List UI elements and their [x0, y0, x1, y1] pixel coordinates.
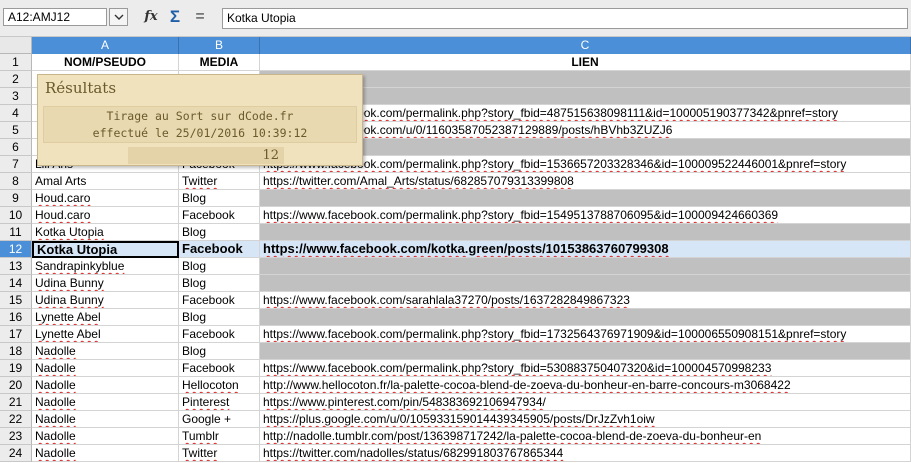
cell-c-20[interactable]: http://www.hellocoton.fr/la-palette-coco… [260, 377, 911, 394]
cell-a-21[interactable]: Nadolle [32, 394, 179, 411]
row-header-20[interactable]: 20 [0, 377, 32, 394]
row-header-21[interactable]: 21 [0, 394, 32, 411]
row-header-22[interactable]: 22 [0, 411, 32, 428]
cell-c-13[interactable] [260, 258, 911, 275]
name-box[interactable]: A12:AMJ12 [3, 8, 107, 26]
formula-bar: A12:AMJ12 fx Σ = Kotka Utopia [0, 0, 911, 37]
header-cell-a[interactable]: NOM/PSEUDO [32, 54, 179, 71]
cell-b-11[interactable]: Blog [179, 224, 260, 241]
popup-body: Tirage au Sort sur dCode.fr effectué le … [43, 106, 357, 143]
row-header-8[interactable]: 8 [0, 173, 32, 190]
cell-a-12[interactable]: Kotka Utopia [32, 241, 179, 258]
name-box-dropdown[interactable] [109, 8, 128, 26]
popup-result-value: 12 [128, 147, 284, 164]
cell-c-10[interactable]: https://www.facebook.com/permalink.php?s… [260, 207, 911, 224]
cell-b-17[interactable]: Facebook [179, 326, 260, 343]
cell-c-9[interactable] [260, 190, 911, 207]
row-header-19[interactable]: 19 [0, 360, 32, 377]
row-header-7[interactable]: 7 [0, 156, 32, 173]
row-header-14[interactable]: 14 [0, 275, 32, 292]
header-cell-b[interactable]: MEDIA [179, 54, 260, 71]
cell-a-18[interactable]: Nadolle [32, 343, 179, 360]
column-header-b[interactable]: B [179, 37, 260, 54]
select-all-corner[interactable] [0, 37, 32, 54]
row-header-23[interactable]: 23 [0, 428, 32, 445]
cell-b-9[interactable]: Blog [179, 190, 260, 207]
cell-c-16[interactable] [260, 309, 911, 326]
cell-a-8[interactable]: Amal Arts [32, 173, 179, 190]
cell-a-24[interactable]: Nadolle [32, 445, 179, 462]
row-header-16[interactable]: 16 [0, 309, 32, 326]
cell-a-10[interactable]: Houd.caro [32, 207, 179, 224]
row-header-5[interactable]: 5 [0, 122, 32, 139]
cell-b-8[interactable]: Twitter [179, 173, 260, 190]
cell-b-19[interactable]: Facebook [179, 360, 260, 377]
cell-c-8[interactable]: https://twitter.com/Amal_Arts/status/682… [260, 173, 911, 190]
cell-b-14[interactable]: Blog [179, 275, 260, 292]
row-header-3[interactable]: 3 [0, 88, 32, 105]
cell-b-16[interactable]: Blog [179, 309, 260, 326]
formula-icon[interactable]: = [190, 8, 210, 26]
results-popup: Résultats Tirage au Sort sur dCode.fr ef… [37, 74, 363, 166]
cell-b-20[interactable]: Hellocoton [179, 377, 260, 394]
popup-line-date: effectué le 25/01/2016 10:39:12 [92, 126, 308, 140]
cell-a-15[interactable]: Udina Bunny [32, 292, 179, 309]
cell-c-12[interactable]: https://www.facebook.com/kotka.green/pos… [260, 241, 911, 258]
cell-c-22[interactable]: https://plus.google.com/u/0/105933159014… [260, 411, 911, 428]
cell-a-23[interactable]: Nadolle [32, 428, 179, 445]
header-cell-c[interactable]: LIEN [260, 54, 911, 71]
cell-c-19[interactable]: https://www.facebook.com/permalink.php?s… [260, 360, 911, 377]
cell-a-9[interactable]: Houd.caro [32, 190, 179, 207]
row-header-9[interactable]: 9 [0, 190, 32, 207]
cell-b-21[interactable]: Pinterest [179, 394, 260, 411]
cell-a-17[interactable]: Lynette Abel [32, 326, 179, 343]
cell-b-15[interactable]: Facebook [179, 292, 260, 309]
cell-a-13[interactable]: Sandrapinkyblue [32, 258, 179, 275]
cell-c-24[interactable]: https://twitter.com/nadolles/status/6829… [260, 445, 911, 462]
cell-a-14[interactable]: Udina Bunny [32, 275, 179, 292]
cell-a-22[interactable]: Nadolle [32, 411, 179, 428]
cell-c-15[interactable]: https://www.facebook.com/sarahlala37270/… [260, 292, 911, 309]
row-header-2[interactable]: 2 [0, 71, 32, 88]
cell-c-21[interactable]: https://www.pinterest.com/pin/5483836921… [260, 394, 911, 411]
cell-b-10[interactable]: Facebook [179, 207, 260, 224]
row-header-12[interactable]: 12 [0, 241, 32, 258]
formula-input[interactable]: Kotka Utopia [222, 8, 908, 29]
sum-icon[interactable]: Σ [165, 8, 185, 26]
popup-line-draw: Tirage au Sort sur dCode.fr [106, 109, 294, 123]
cell-a-16[interactable]: Lynette Abel [32, 309, 179, 326]
cell-b-23[interactable]: Tumblr [179, 428, 260, 445]
row-header-15[interactable]: 15 [0, 292, 32, 309]
chevron-down-icon [114, 14, 124, 20]
function-wizard-icon[interactable]: fx [141, 8, 161, 26]
cell-b-24[interactable]: Twitter [179, 445, 260, 462]
cell-c-14[interactable] [260, 275, 911, 292]
row-header-6[interactable]: 6 [0, 139, 32, 156]
row-header-1[interactable]: 1 [0, 54, 32, 71]
popup-title: Résultats [45, 79, 117, 97]
cell-b-18[interactable]: Blog [179, 343, 260, 360]
cell-c-17[interactable]: https://www.facebook.com/permalink.php?s… [260, 326, 911, 343]
cell-a-20[interactable]: Nadolle [32, 377, 179, 394]
cell-b-22[interactable]: Google + [179, 411, 260, 428]
row-header-4[interactable]: 4 [0, 105, 32, 122]
cell-a-19[interactable]: Nadolle [32, 360, 179, 377]
cell-b-13[interactable]: Blog [179, 258, 260, 275]
cell-b-12[interactable]: Facebook [179, 241, 260, 258]
cell-a-11[interactable]: Kotka Utopia [32, 224, 179, 241]
cell-c-18[interactable] [260, 343, 911, 360]
column-header-c[interactable]: C [260, 37, 911, 54]
cell-c-23[interactable]: http://nadolle.tumblr.com/post/136398717… [260, 428, 911, 445]
row-header-13[interactable]: 13 [0, 258, 32, 275]
row-header-17[interactable]: 17 [0, 326, 32, 343]
row-header-10[interactable]: 10 [0, 207, 32, 224]
cell-c-11[interactable] [260, 224, 911, 241]
row-header-24[interactable]: 24 [0, 445, 32, 462]
row-header-11[interactable]: 11 [0, 224, 32, 241]
column-header-a[interactable]: A [32, 37, 179, 54]
row-header-18[interactable]: 18 [0, 343, 32, 360]
